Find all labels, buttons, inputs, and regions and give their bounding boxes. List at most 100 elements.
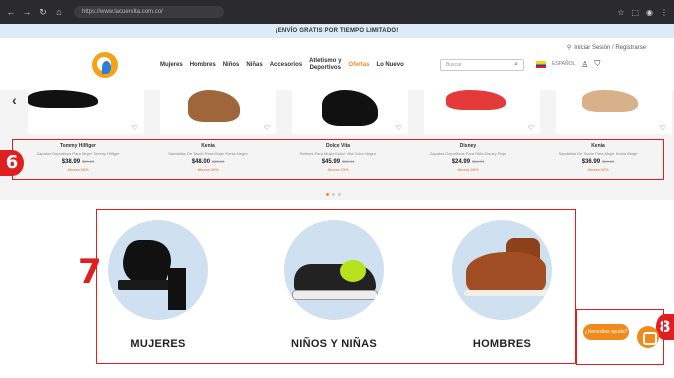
product-brand: Kenia	[201, 143, 215, 149]
category-ninos-y-ninas[interactable]: NIÑOS Y NIÑAS	[279, 220, 389, 350]
carousel-prev-icon[interactable]: ‹	[12, 92, 17, 108]
favorite-icon[interactable]: ♡	[528, 124, 534, 132]
menu-item-accesorios[interactable]: Accesorios	[270, 62, 302, 68]
product-price: $36.99 $54.99	[533, 159, 663, 165]
category-label: NIÑOS Y NIÑAS	[290, 338, 377, 350]
site-header: ⚲ Iniciar Sesión / Registrarse Mujeres H…	[0, 38, 674, 90]
favorite-icon[interactable]: ♡	[264, 124, 270, 132]
old-price: $65.00	[212, 159, 225, 164]
boot-body-shape	[466, 252, 546, 292]
favorite-icon[interactable]: ♡	[396, 124, 402, 132]
carousel-pagination	[326, 193, 341, 196]
category-image	[284, 220, 384, 320]
menu-item-ninos[interactable]: Niños	[223, 62, 240, 68]
product-discount: Ahorra 23%	[327, 167, 349, 172]
product-image	[322, 90, 378, 126]
product-image	[446, 90, 506, 110]
favorite-icon[interactable]: ♡	[132, 124, 138, 132]
chat-icon[interactable]	[637, 326, 659, 348]
extensions-icon[interactable]: ⬚	[631, 8, 639, 17]
promo-banner[interactable]: ¡ENVÍO GRATIS POR TIEMPO LIMITADO!	[0, 24, 674, 38]
sneaker-accent-shape	[340, 260, 366, 282]
product-info[interactable]: Disney Zapatos Deportivos Para Niña Disn…	[403, 140, 533, 179]
header-tools: ESPAÑOL ♙ ⛉	[536, 59, 600, 69]
address-bar[interactable]: https://www.lacuervita.com.co/	[74, 6, 224, 18]
search-placeholder: Buscar	[446, 62, 462, 68]
price-value: $24.99	[451, 159, 471, 165]
carousel-dot[interactable]	[332, 193, 335, 196]
home-icon[interactable]: ⌂	[54, 7, 64, 17]
reload-icon[interactable]: ↻	[38, 7, 48, 18]
carousel-dot[interactable]	[338, 193, 341, 196]
site-logo[interactable]	[92, 52, 118, 78]
old-price: $54.99	[602, 159, 615, 164]
product-card[interactable]: ♡	[160, 90, 276, 134]
product-card[interactable]: ♡	[556, 90, 672, 134]
product-desc: Sandalias De Tacón Para Mujer Kenia Beig…	[558, 151, 638, 156]
favorite-icon[interactable]: ♡	[660, 124, 666, 132]
product-desc: Zapatos Deportivos Para Mujer Tommy Hilf…	[36, 151, 120, 156]
star-icon[interactable]: ☆	[617, 8, 624, 17]
product-brand: Disney	[459, 143, 477, 149]
category-label: HOMBRES	[472, 338, 532, 350]
product-discount: Ahorra 35%	[67, 167, 89, 172]
colombia-flag-icon[interactable]	[536, 60, 546, 68]
more-icon[interactable]: ⋮	[660, 8, 668, 17]
profile-icon[interactable]: ◉	[646, 8, 653, 17]
login-link[interactable]: ⚲ Iniciar Sesión / Registrarse	[566, 44, 646, 52]
product-price: $24.99 $34.99	[403, 159, 533, 165]
forward-icon[interactable]: →	[22, 7, 32, 17]
menu-item-ofertas[interactable]: Ofertas	[348, 62, 369, 68]
product-info[interactable]: Tommy Hilfiger Zapatos Deportivos Para M…	[13, 140, 143, 179]
old-price: $34.99	[472, 159, 485, 164]
product-price: $48.00 $65.00	[143, 159, 273, 165]
search-icon[interactable]: ⌕	[514, 60, 518, 70]
search-input[interactable]: Buscar ⌕	[440, 59, 524, 71]
heel-sole-shape	[118, 280, 174, 290]
product-discount: Ahorra 28%	[457, 167, 479, 172]
price-value: $48.00	[191, 159, 211, 165]
product-brand: Kenia	[591, 143, 605, 149]
category-mujeres[interactable]: MUJERES	[103, 220, 213, 350]
menu-item-mujeres[interactable]: Mujeres	[160, 62, 183, 68]
product-info-row: Tommy Hilfiger Zapatos Deportivos Para M…	[12, 139, 664, 180]
product-discount: Ahorra 26%	[197, 167, 219, 172]
cart-icon[interactable]: ⛉	[594, 59, 600, 69]
product-brand: Dolce Vita	[325, 143, 351, 149]
floating-widgets: ¿Necesitas ayuda?	[576, 309, 664, 365]
price-value: $45.99	[321, 159, 341, 165]
main-menu: Mujeres Hombres Niños Niñas Accesorios A…	[160, 58, 404, 72]
category-image	[108, 220, 208, 320]
category-hombres[interactable]: HOMBRES	[447, 220, 557, 350]
product-image	[188, 90, 240, 122]
product-info[interactable]: Kenia Sandalias De Tacón Para Mujer Keni…	[143, 140, 273, 179]
product-desc: Botines Para Mujer Dolce Vita Color Negr…	[300, 151, 376, 156]
annotation-6: 6	[0, 150, 24, 176]
product-brand: Tommy Hilfiger	[59, 143, 97, 149]
user-icon: ⚲	[566, 45, 572, 51]
product-info[interactable]: Kenia Sandalias De Tacón Para Mujer Keni…	[533, 140, 663, 179]
category-image	[452, 220, 552, 320]
account-icon[interactable]: ♙	[581, 60, 588, 69]
product-card[interactable]: ♡	[28, 90, 144, 134]
login-label: Iniciar Sesión / Registrarse	[574, 44, 646, 51]
product-carousel: ‹ › ♡ ♡ ♡ ♡ ♡ Tommy Hilfiger Zapatos Dep…	[0, 90, 674, 200]
category-section: MUJERES NIÑOS Y NIÑAS HOMBRES	[96, 209, 576, 364]
product-info[interactable]: Dolce Vita Botines Para Mujer Dolce Vita…	[273, 140, 403, 179]
product-image	[28, 90, 98, 108]
menu-item-hombres[interactable]: Hombres	[190, 62, 216, 68]
browser-toolbar: ← → ↻ ⌂ https://www.lacuervita.com.co/ ☆…	[0, 0, 674, 24]
product-card[interactable]: ♡	[424, 90, 540, 134]
menu-stack-line-1: Atletismo y	[309, 58, 342, 64]
menu-item-lo-nuevo[interactable]: Lo Nuevo	[376, 62, 403, 68]
product-discount: Ahorra 32%	[587, 167, 609, 172]
language-selector[interactable]: ESPAÑOL	[552, 61, 575, 67]
category-label: MUJERES	[130, 338, 186, 350]
carousel-dot[interactable]	[326, 193, 329, 196]
back-icon[interactable]: ←	[6, 7, 16, 17]
help-button[interactable]: ¿Necesitas ayuda?	[583, 324, 629, 340]
menu-item-deportivos[interactable]: Atletismo y Deportivos	[309, 58, 341, 72]
menu-item-ninas[interactable]: Niñas	[246, 62, 262, 68]
product-card[interactable]: ♡	[292, 90, 408, 134]
product-desc: Sandalias De Tacón Para Mujer Kenia Negr…	[168, 151, 248, 156]
